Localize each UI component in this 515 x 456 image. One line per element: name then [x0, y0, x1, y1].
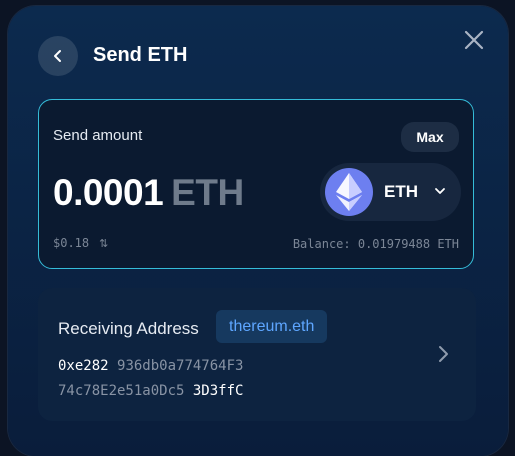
ethereum-icon [336, 173, 362, 211]
max-button[interactable]: Max [401, 122, 459, 152]
swap-currency-icon[interactable]: ⇅ [99, 237, 108, 250]
chevron-right-icon [439, 346, 448, 362]
amount-number: 0.0001 [53, 172, 164, 213]
amount-input[interactable]: 0.0001 ETH [53, 172, 244, 214]
amount-unit: ETH [171, 172, 244, 213]
receiving-address-label: Receiving Address [58, 319, 199, 338]
chevron-left-icon [54, 50, 61, 62]
back-button[interactable] [38, 36, 78, 76]
page-title: Send ETH [93, 44, 188, 66]
close-icon [464, 30, 484, 50]
address-line-1: 0xe282 936db0a774764F3 [58, 358, 244, 374]
token-avatar [325, 168, 373, 216]
send-amount-label: Send amount [53, 127, 143, 144]
usd-value: $0.18 [53, 236, 90, 250]
balance-text: Balance: 0.01979488 ETH [292, 237, 459, 251]
ens-name-badge: thereum.eth [216, 310, 328, 343]
close-button[interactable] [460, 26, 488, 54]
token-selector[interactable]: ETH [320, 163, 461, 221]
usd-value-row: $0.18 ⇅ [53, 236, 108, 250]
token-symbol: ETH [384, 182, 418, 201]
receiving-address: 0xe282 936db0a774764F3 74c78E2e51a0Dc5 3… [58, 354, 243, 404]
send-eth-modal: Send ETH Send amount Max 0.0001ETH ETH [8, 6, 508, 456]
send-amount-card: Send amount Max 0.0001 ETH ETH $0.18 ⇅ B… [38, 99, 474, 269]
receiving-address-card[interactable]: Receiving Address thereum.eth 0xe282 936… [38, 288, 476, 421]
address-line-2: 74c78E2e51a0Dc5 3D3ffC [58, 383, 244, 399]
chevron-down-icon [435, 188, 445, 194]
